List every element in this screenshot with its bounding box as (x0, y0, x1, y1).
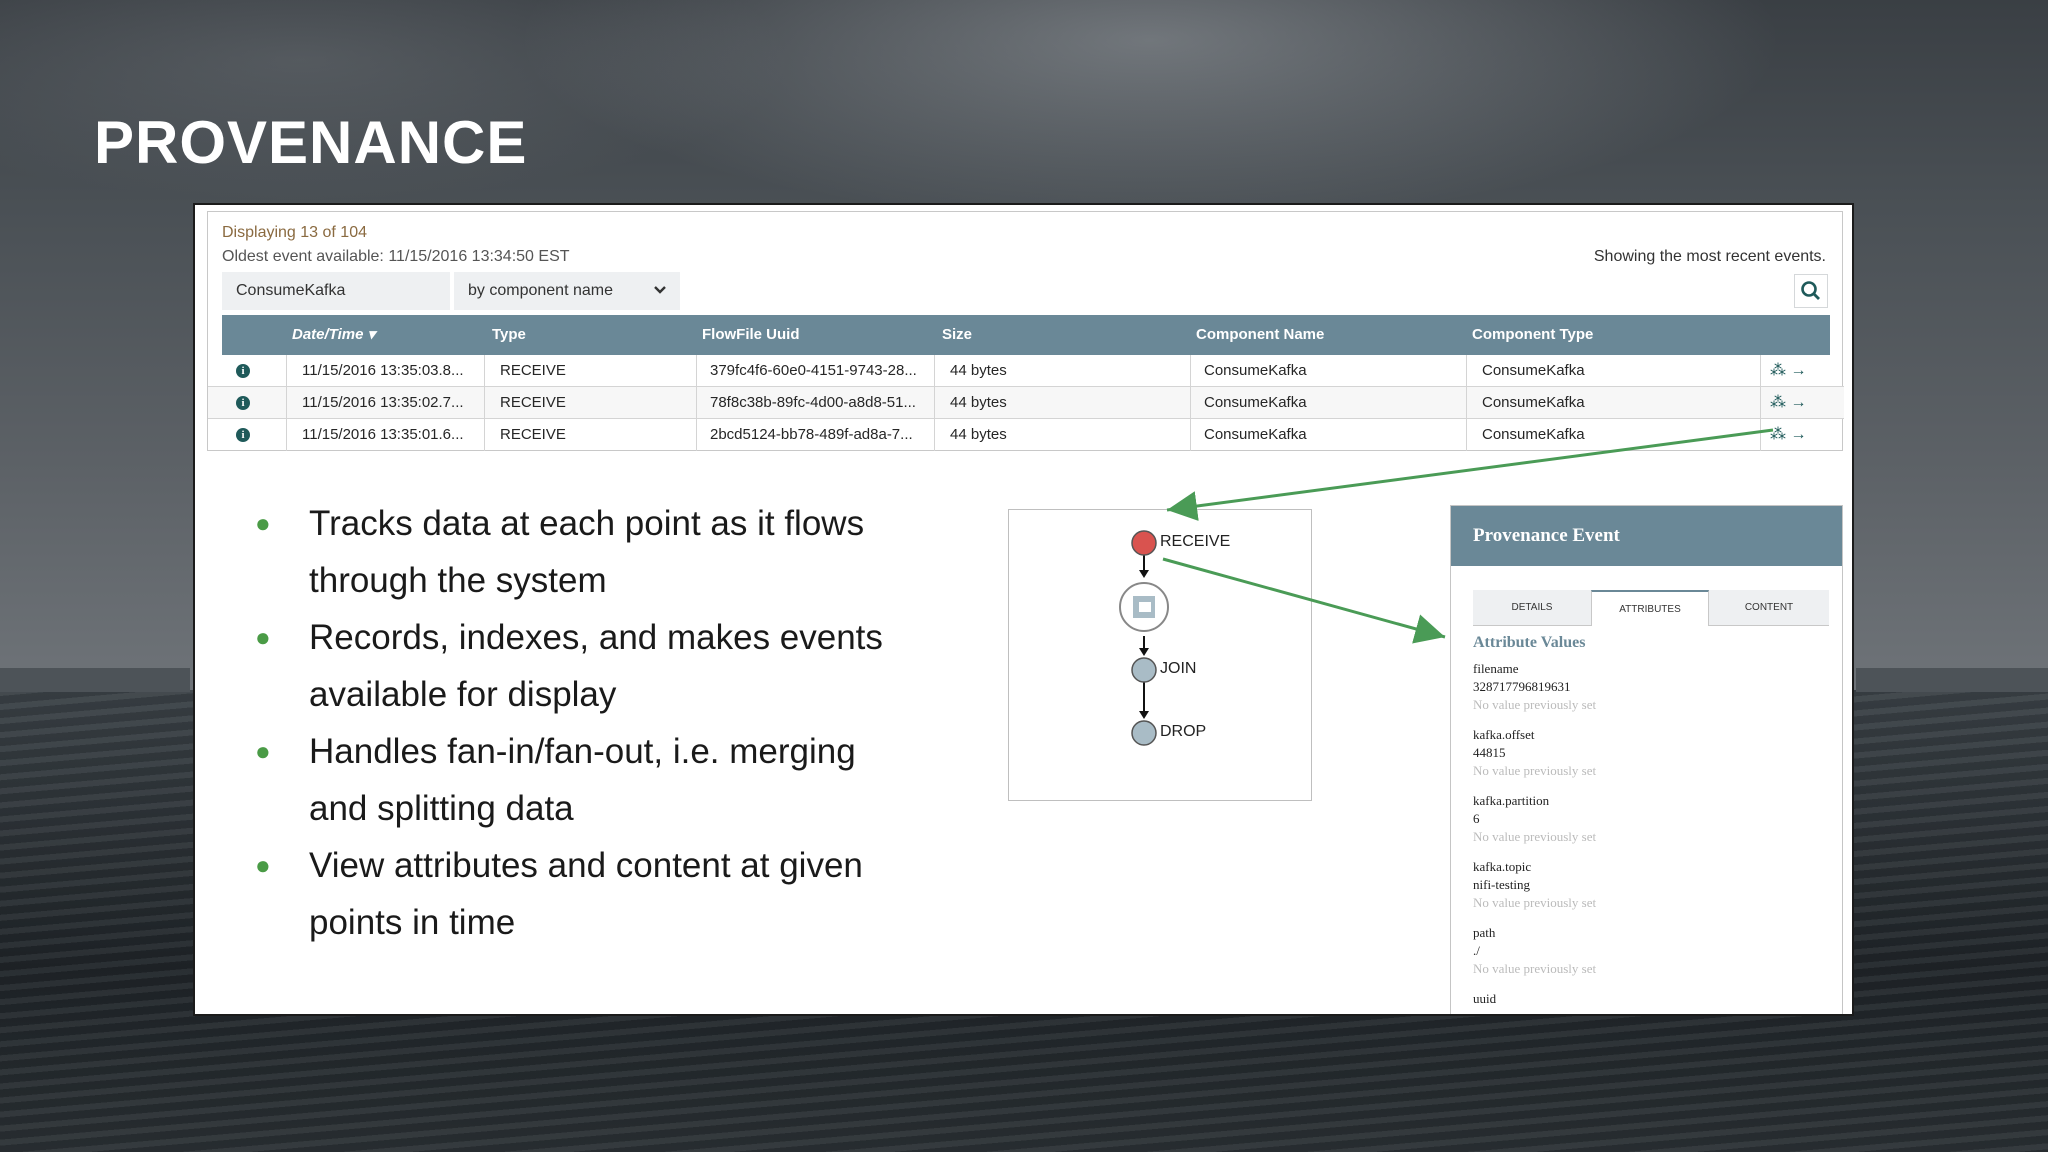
attribute-item: kafka.offset 44815 No value previously s… (1473, 727, 1597, 778)
node-label-join: JOIN (1160, 660, 1197, 677)
goto-arrow-icon[interactable]: → (1790, 362, 1806, 379)
cell-type: RECEIVE (500, 394, 566, 411)
cell-component-type: ConsumeKafka (1482, 394, 1585, 411)
cell-component-name: ConsumeKafka (1204, 394, 1307, 411)
cell-type: RECEIVE (500, 426, 566, 443)
bullet-item: ● Tracks data at each point as it flows … (255, 495, 955, 609)
filter-input[interactable]: ConsumeKafka (222, 272, 450, 310)
column-header-uuid[interactable]: FlowFile Uuid (702, 315, 800, 355)
filter-by-value: by component name (468, 282, 613, 299)
cell-datetime: 11/15/2016 13:35:01.6... (302, 426, 464, 443)
node-label-receive: RECEIVE (1160, 533, 1231, 550)
cell-uuid: 379fc4f6-60e0-4151-9743-28... (710, 362, 917, 379)
bullet-dot-icon: ● (255, 736, 271, 766)
table-row[interactable]: i 11/15/2016 13:35:01.6... RECEIVE 2bcd5… (208, 419, 1844, 451)
oldest-event: Oldest event available: 11/15/2016 13:34… (222, 248, 570, 266)
cell-uuid: 2bcd5124-bb78-489f-ad8a-7... (710, 426, 913, 443)
row-actions: ⁂ → (1770, 387, 1806, 419)
bullet-dot-icon: ● (255, 622, 271, 652)
lineage-icon[interactable]: ⁂ (1770, 394, 1786, 411)
search-icon (1801, 281, 1820, 300)
info-icon[interactable]: i (236, 396, 250, 410)
city-skyline-right (1856, 668, 2048, 692)
table-row[interactable]: i 11/15/2016 13:35:02.7... RECEIVE 78f8c… (208, 387, 1844, 419)
bullet-dot-icon: ● (255, 508, 271, 538)
node-label-drop: DROP (1160, 723, 1207, 740)
row-actions: ⁂ → (1770, 355, 1806, 387)
attribute-item: kafka.partition 6 No value previously se… (1473, 793, 1597, 844)
tab-attributes[interactable]: ATTRIBUTES (1591, 590, 1709, 626)
cell-size: 44 bytes (950, 362, 1007, 379)
screenshot-panel: Displaying 13 of 104 Oldest event availa… (193, 203, 1854, 1016)
join-node[interactable] (1131, 657, 1157, 683)
bullet-item: ● Handles fan-in/fan-out, i.e. merging a… (255, 723, 955, 837)
attribute-item: path ./ No value previously set (1473, 925, 1597, 976)
cell-type: RECEIVE (500, 362, 566, 379)
bullet-item: ● View attributes and content at given p… (255, 837, 955, 951)
column-header-component-name[interactable]: Component Name (1196, 315, 1324, 355)
provenance-event-title: Provenance Event (1451, 506, 1842, 566)
cell-datetime: 11/15/2016 13:35:03.8... (302, 362, 464, 379)
oldest-value: 11/15/2016 13:34:50 EST (388, 248, 570, 265)
displaying-count: Displaying 13 of 104 (222, 224, 367, 241)
cell-datetime: 11/15/2016 13:35:02.7... (302, 394, 464, 411)
receive-node[interactable] (1131, 530, 1157, 556)
column-header-component-type[interactable]: Component Type (1472, 315, 1593, 355)
city-skyline-left (0, 668, 190, 692)
column-header-datetime[interactable]: Date/Time ▾ (292, 315, 375, 355)
slide-title: PROVENANCE (94, 109, 528, 176)
search-button[interactable] (1794, 274, 1828, 308)
tab-details[interactable]: DETAILS (1473, 590, 1591, 626)
tab-content[interactable]: CONTENT (1709, 590, 1829, 626)
bullet-list: ● Tracks data at each point as it flows … (255, 495, 955, 951)
filter-by-select[interactable]: by component name (454, 272, 680, 310)
table-header: Date/Time ▾ Type FlowFile Uuid Size Comp… (222, 315, 1830, 355)
goto-arrow-icon[interactable]: → (1790, 394, 1806, 411)
lineage-icon[interactable]: ⁂ (1770, 362, 1786, 379)
table-row[interactable]: i 11/15/2016 13:35:03.8... RECEIVE 379fc… (208, 355, 1844, 387)
attribute-item: uuid (1473, 991, 1497, 1006)
row-actions: ⁂ → (1770, 419, 1806, 451)
oldest-label: Oldest event available: (222, 248, 384, 265)
recent-events-text: Showing the most recent events. (1593, 248, 1826, 265)
attribute-values-title: Attribute Values (1473, 634, 1586, 651)
cell-size: 44 bytes (950, 426, 1007, 443)
lineage-graph: RECEIVE JOIN DROP (1008, 509, 1312, 801)
provenance-event-dialog: Provenance Event DETAILS ATTRIBUTES CONT… (1450, 505, 1843, 1014)
info-icon[interactable]: i (236, 364, 250, 378)
lineage-icon[interactable]: ⁂ (1770, 426, 1786, 443)
info-icon[interactable]: i (236, 428, 250, 442)
provenance-table-panel: Displaying 13 of 104 Oldest event availa… (207, 211, 1844, 451)
lineage-graph-svg (1119, 530, 1169, 746)
cell-component-type: ConsumeKafka (1482, 362, 1585, 379)
bullet-dot-icon: ● (255, 850, 271, 880)
attribute-item: filename 328717796819631 No value previo… (1473, 661, 1597, 712)
attribute-item: kafka.topic nifi-testing No value previo… (1473, 859, 1597, 910)
drop-node[interactable] (1131, 720, 1157, 746)
column-header-type[interactable]: Type (492, 315, 526, 355)
cell-component-type: ConsumeKafka (1482, 426, 1585, 443)
bullet-item: ● Records, indexes, and makes events ava… (255, 609, 955, 723)
cell-uuid: 78f8c38b-89fc-4d00-a8d8-51... (710, 394, 916, 411)
cell-component-name: ConsumeKafka (1204, 426, 1307, 443)
column-header-size[interactable]: Size (942, 315, 972, 355)
cell-component-name: ConsumeKafka (1204, 362, 1307, 379)
goto-arrow-icon[interactable]: → (1790, 426, 1806, 443)
cell-size: 44 bytes (950, 394, 1007, 411)
